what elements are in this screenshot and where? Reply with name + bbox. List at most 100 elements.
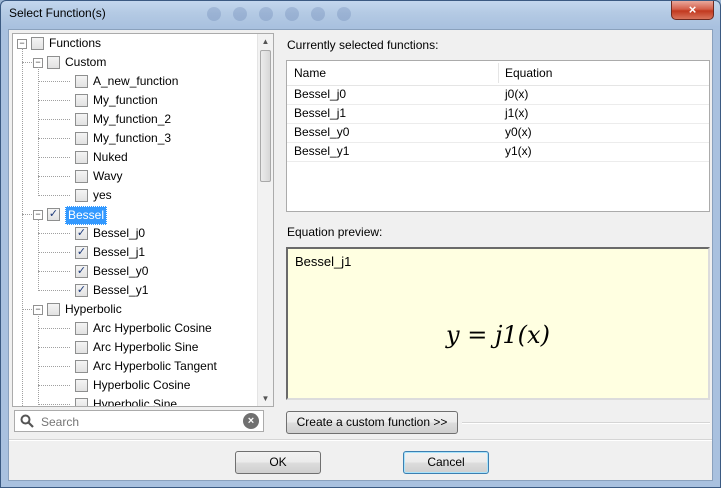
checkbox[interactable] (75, 94, 88, 107)
tree-guide (38, 67, 39, 196)
checkbox[interactable] (75, 189, 88, 202)
cell-equation: y0(x) (505, 125, 532, 139)
title-bar[interactable]: Select Function(s) × (1, 1, 720, 27)
tree-label[interactable]: Arc Hyperbolic Sine (93, 338, 198, 357)
tree-item-hyperbolic-cosine[interactable]: Hyperbolic Cosine (13, 376, 258, 395)
tree-connector (38, 385, 70, 386)
scroll-up-icon[interactable]: ▲ (258, 34, 273, 49)
checkbox[interactable] (75, 132, 88, 145)
table-row[interactable]: Bessel_j0 j0(x) (287, 85, 709, 105)
tree-label[interactable]: Bessel_y0 (93, 262, 148, 281)
search-input[interactable] (39, 413, 239, 431)
tree-item-bessel-y0[interactable]: ✓ Bessel_y0 (13, 262, 258, 281)
tree-label[interactable]: Nuked (93, 148, 128, 167)
tree-item-arc-hyperbolic-cosine[interactable]: Arc Hyperbolic Cosine (13, 319, 258, 338)
tree-connector (22, 214, 32, 215)
column-divider[interactable] (498, 63, 499, 83)
tree-item-yes[interactable]: yes (13, 186, 258, 205)
checkbox[interactable] (31, 37, 44, 50)
tree-item-my-function-3[interactable]: My_function_3 (13, 129, 258, 148)
checkbox[interactable] (75, 322, 88, 335)
clear-search-icon[interactable]: × (243, 413, 259, 429)
tree-label[interactable]: Arc Hyperbolic Cosine (93, 319, 212, 338)
selected-functions-table[interactable]: Name Equation Bessel_j0 j0(x) Bessel_j1 j1(… (286, 60, 710, 212)
tree-scrollbar[interactable]: ▲ ▼ (257, 34, 273, 406)
tree-item-nuked[interactable]: Nuked (13, 148, 258, 167)
scroll-thumb[interactable] (260, 50, 271, 182)
create-custom-function-button[interactable]: Create a custom function >> (286, 411, 458, 434)
tree-item-my-function-2[interactable]: My_function_2 (13, 110, 258, 129)
tree-label[interactable]: A_new_function (93, 72, 178, 91)
table-row[interactable]: Bessel_y1 y1(x) (287, 142, 709, 162)
equation-preview-label: Equation preview: (287, 225, 383, 239)
checkbox[interactable]: ✓ (75, 284, 88, 297)
tree-item-my-function[interactable]: My_function (13, 91, 258, 110)
tree-label[interactable]: Wavy (93, 167, 123, 186)
tree-label[interactable]: My_function_2 (93, 110, 171, 129)
checkbox[interactable] (47, 56, 60, 69)
table-row[interactable]: Bessel_j1 j1(x) (287, 104, 709, 124)
cell-equation: j0(x) (505, 87, 529, 101)
tree-item-wavy[interactable]: Wavy (13, 167, 258, 186)
tree-connector (22, 309, 32, 310)
checkbox[interactable] (75, 151, 88, 164)
cancel-button[interactable]: Cancel (403, 451, 489, 474)
function-tree[interactable]: − Functions − Custom A_new_function My_functi… (12, 33, 274, 407)
checkbox[interactable] (75, 360, 88, 373)
scroll-down-icon[interactable]: ▼ (258, 391, 273, 406)
tree-label[interactable]: My_function (93, 91, 158, 110)
tree-item-bessel-j1[interactable]: ✓ Bessel_j1 (13, 243, 258, 262)
checkbox[interactable] (75, 170, 88, 183)
tree-label[interactable]: Arc Hyperbolic Tangent (93, 357, 217, 376)
checkbox[interactable]: ✓ (47, 208, 60, 221)
tree-connector (38, 195, 70, 196)
checkbox[interactable]: ✓ (75, 246, 88, 259)
tree-label[interactable]: Custom (65, 53, 106, 72)
checkbox[interactable]: ✓ (75, 265, 88, 278)
checkbox[interactable]: ✓ (75, 227, 88, 240)
checkbox[interactable] (75, 398, 88, 406)
equation-preview: Bessel_j1 y = j1(x) (286, 247, 710, 400)
close-button[interactable]: × (671, 1, 714, 20)
tree-connector (38, 252, 70, 253)
tree-item-bessel-j0[interactable]: ✓ Bessel_j0 (13, 224, 258, 243)
tree-label[interactable]: Bessel_y1 (93, 281, 148, 300)
cell-name: Bessel_y1 (294, 144, 350, 158)
tree-group-custom[interactable]: − Custom (13, 53, 258, 72)
tree-group-hyperbolic[interactable]: − Hyperbolic (13, 300, 258, 319)
tree-label[interactable]: My_function_3 (93, 129, 171, 148)
tree-connector (38, 328, 70, 329)
table-row[interactable]: Bessel_y0 y0(x) (287, 123, 709, 143)
tree-item-a-new-function[interactable]: A_new_function (13, 72, 258, 91)
tree-label[interactable]: yes (93, 186, 112, 205)
tree-item-bessel-y1[interactable]: ✓ Bessel_y1 (13, 281, 258, 300)
checkbox[interactable] (75, 341, 88, 354)
tree-label[interactable]: Bessel_j1 (93, 243, 145, 262)
tree-label[interactable]: Bessel_j0 (93, 224, 145, 243)
checkbox[interactable] (75, 75, 88, 88)
tree-item-arc-hyperbolic-tangent[interactable]: Arc Hyperbolic Tangent (13, 357, 258, 376)
dialog-window: Select Function(s) × − Functions − Custom A_… (0, 0, 721, 488)
tree-item-hyperbolic-sine[interactable]: Hyperbolic Sine (13, 395, 258, 406)
tree-connector (38, 138, 70, 139)
checkbox[interactable] (75, 113, 88, 126)
tree-item-arc-hyperbolic-sine[interactable]: Arc Hyperbolic Sine (13, 338, 258, 357)
tree-label[interactable]: Bessel (65, 206, 108, 225)
checkbox[interactable] (75, 379, 88, 392)
tree-connector (22, 62, 32, 63)
checkbox[interactable] (47, 303, 60, 316)
column-header-name[interactable]: Name (294, 61, 326, 85)
search-box[interactable]: × (14, 410, 264, 432)
tree-label[interactable]: Hyperbolic (65, 300, 122, 319)
tree-label[interactable]: Hyperbolic Sine (93, 395, 177, 406)
cell-name: Bessel_j0 (294, 87, 347, 101)
tree-connector (38, 404, 70, 405)
tree-group-bessel[interactable]: − ✓ Bessel (13, 205, 258, 225)
selected-functions-label: Currently selected functions: (287, 38, 439, 52)
tree-label[interactable]: Hyperbolic Cosine (93, 376, 190, 395)
ok-button[interactable]: OK (235, 451, 321, 474)
column-header-equation[interactable]: Equation (505, 61, 552, 85)
tree-label[interactable]: Functions (49, 34, 101, 53)
tree-connector (38, 157, 70, 158)
tree-root-functions[interactable]: − Functions (13, 34, 258, 53)
